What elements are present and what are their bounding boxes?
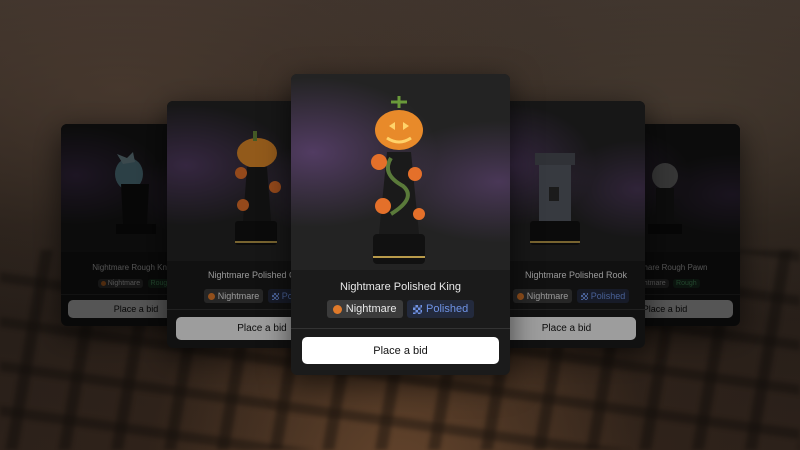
tag-nightmare: Nightmare <box>203 288 264 303</box>
tag-label: Nightmare <box>217 290 260 301</box>
tag-label: Polished <box>590 290 626 301</box>
tag-label: Nightmare <box>526 290 569 301</box>
pumpkin-icon <box>332 304 342 314</box>
card-tags: Nightmare Polished <box>497 287 645 305</box>
tag-polished: Polished <box>576 288 630 303</box>
tag-nightmare: Nightmare <box>326 300 403 318</box>
card-tags: Nightmare Polished <box>291 300 510 318</box>
tag-label: Rough <box>676 280 697 288</box>
pumpkin-icon <box>207 292 215 300</box>
tag-label: Polished <box>426 303 469 315</box>
tag-nightmare: Nightmare <box>97 279 144 289</box>
tag-rough: Rough <box>673 279 700 289</box>
card-title: Nightmare Polished King <box>339 281 462 293</box>
checker-icon <box>271 292 279 300</box>
card-artwork <box>291 74 510 270</box>
checker-icon <box>580 292 588 300</box>
nft-card-rook[interactable]: Nightmare Polished Rook Nightmare Polish… <box>497 101 645 348</box>
card-artwork <box>497 101 645 261</box>
rook-piece-image <box>530 153 580 245</box>
tag-polished: Polished <box>407 300 475 318</box>
place-bid-button[interactable]: Place a bid <box>302 337 499 364</box>
card-title: Nightmare Polished Rook <box>524 270 628 280</box>
tag-label: Nightmare <box>345 303 397 315</box>
checker-icon <box>413 304 422 314</box>
nft-card-king[interactable]: Nightmare Polished King Nightmare Polish… <box>291 74 510 375</box>
divider <box>497 309 645 310</box>
king-piece-image <box>371 96 425 264</box>
divider <box>291 328 510 329</box>
pumpkin-icon <box>516 292 524 300</box>
tag-label: Nightmare <box>107 280 141 288</box>
tag-nightmare: Nightmare <box>512 288 573 303</box>
pumpkin-icon <box>100 280 106 286</box>
place-bid-button[interactable]: Place a bid <box>497 317 636 340</box>
